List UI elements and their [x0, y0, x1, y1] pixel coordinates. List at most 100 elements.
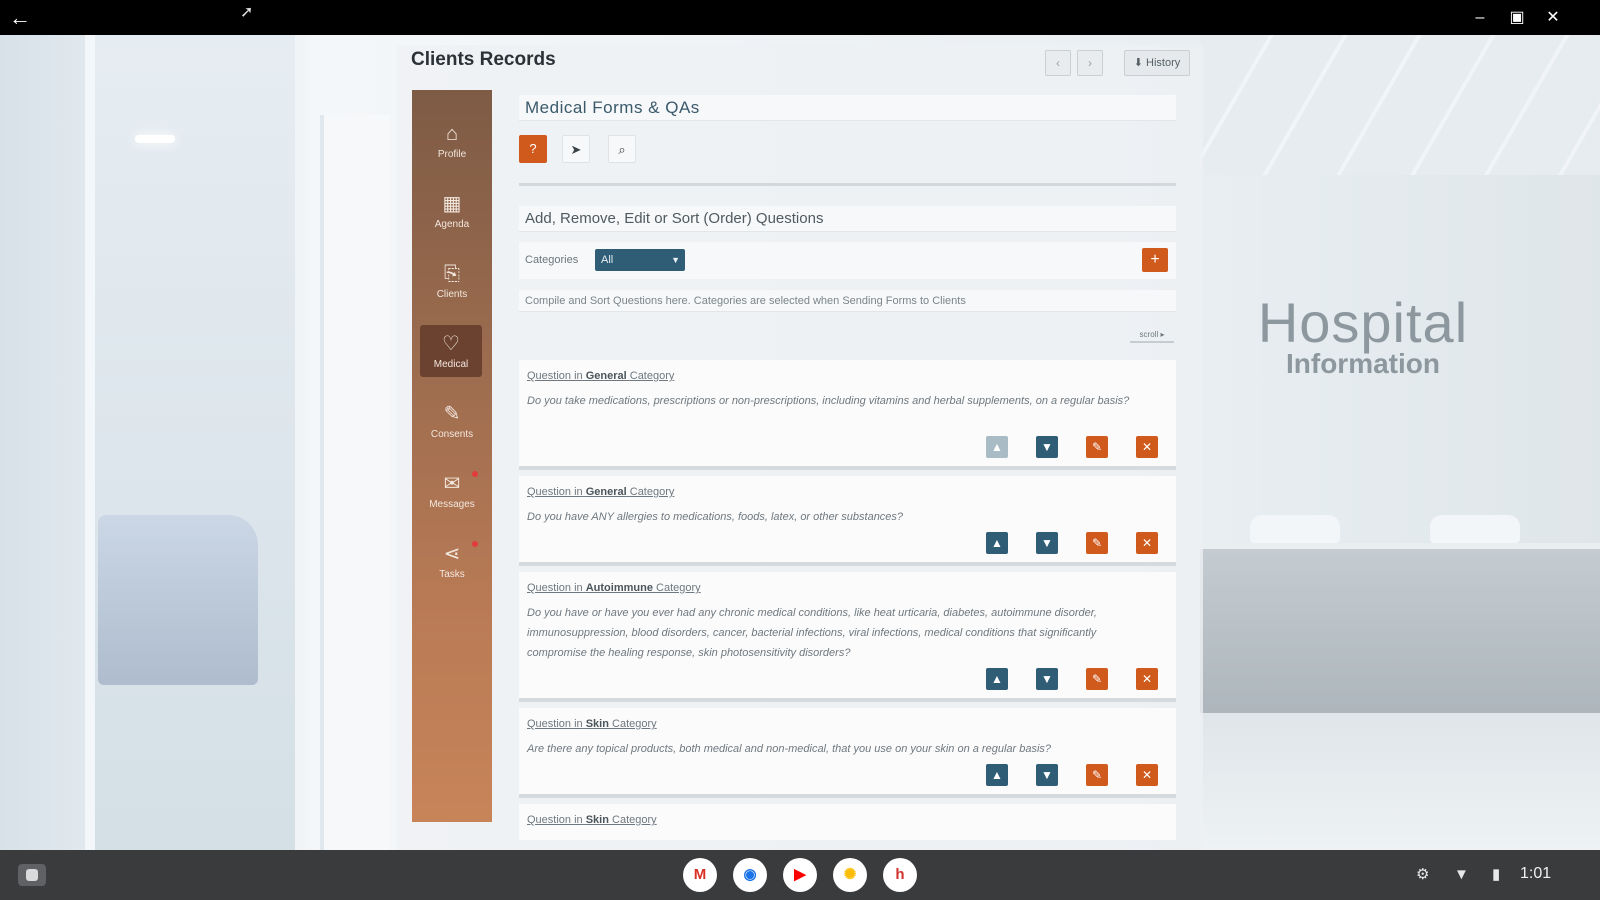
arrow-left-icon[interactable]: ←	[8, 6, 32, 30]
move-down-button[interactable]: ▼	[1036, 764, 1058, 786]
sidebar-item-messages[interactable]: ✉ Messages	[412, 465, 492, 525]
sidebar-item-tasks[interactable]: ⋖ Tasks	[412, 535, 492, 595]
arrow-down-icon: ▼	[1041, 536, 1053, 550]
category-select[interactable]: All ▼	[595, 249, 685, 271]
sidebar-item-clients[interactable]: ⎘ Clients	[412, 255, 492, 315]
clients-icon: ⎘	[444, 263, 460, 285]
send-button[interactable]: ➤	[562, 135, 590, 163]
battery-icon[interactable]: ▮	[1492, 865, 1500, 885]
minimize-icon[interactable]: –	[1470, 8, 1490, 28]
mail-icon: ✉	[443, 473, 461, 495]
divider	[519, 183, 1176, 186]
question-header[interactable]: Question in General Category	[527, 486, 674, 498]
hospital-app-icon[interactable]: h	[883, 858, 917, 892]
arrow-down-icon: ▼	[1041, 440, 1053, 454]
question-card: Question in Skin Category Are there any …	[519, 708, 1176, 798]
sidebar-item-profile[interactable]: ⌂ Profile	[412, 115, 492, 175]
move-up-button[interactable]: ▲	[986, 764, 1008, 786]
background-chair	[1430, 515, 1520, 543]
question-header[interactable]: Question in General Category	[527, 370, 674, 382]
arrow-up-icon: ▲	[991, 768, 1003, 782]
move-down-button[interactable]: ▼	[1036, 532, 1058, 554]
question-card: Question in Skin Category	[519, 804, 1176, 840]
delete-button[interactable]: ✕	[1136, 532, 1158, 554]
plus-icon: +	[1150, 251, 1160, 268]
pencil-icon: ✎	[1091, 536, 1103, 550]
help-button[interactable]: ?	[519, 135, 547, 163]
share-icon: ⋖	[443, 543, 461, 565]
background-reception-counter	[1200, 543, 1600, 713]
launcher-icon	[26, 869, 38, 881]
home-icon: ⌂	[445, 123, 459, 145]
question-category: General	[585, 370, 627, 382]
question-header[interactable]: Question in Autoimmune Category	[527, 582, 701, 594]
photos-app-icon[interactable]: ✺	[833, 858, 867, 892]
sidebar-item-medical[interactable]: ♡ Medical	[420, 325, 482, 377]
maximize-icon[interactable]: ▣	[1507, 8, 1527, 28]
sidebar-item-label: Tasks	[439, 569, 465, 580]
category-selected-value: All	[601, 254, 614, 266]
question-text: Do you have ANY allergies to medications…	[527, 511, 904, 523]
sidebar-item-label: Clients	[436, 289, 468, 300]
delete-button[interactable]: ✕	[1136, 436, 1158, 458]
question-category: Skin	[585, 718, 609, 730]
edit-button[interactable]: ✎	[1086, 764, 1108, 786]
question-header[interactable]: Question in Skin Category	[527, 814, 657, 826]
close-icon[interactable]: ✕	[1543, 8, 1563, 28]
wifi-icon[interactable]: ▼	[1454, 865, 1469, 885]
sidebar-item-consents[interactable]: ✎ Consents	[412, 395, 492, 455]
page-title: Clients Records	[411, 49, 556, 70]
question-category: General	[585, 486, 627, 498]
move-up-button[interactable]: ▲	[986, 436, 1008, 458]
move-down-button[interactable]: ▼	[1036, 436, 1058, 458]
search-icon: ⌕	[618, 142, 626, 157]
launcher-button[interactable]	[18, 864, 46, 886]
window-titlebar: ← ➚ – ▣ ✕	[0, 0, 1600, 35]
sidebar-item-agenda[interactable]: ▦ Agenda	[412, 185, 492, 245]
background-bed	[98, 515, 258, 685]
sidebar-item-label: Profile	[437, 149, 467, 160]
edit-button[interactable]: ✎	[1086, 532, 1108, 554]
arrow-up-icon: ▲	[991, 536, 1003, 550]
question-card: Question in Autoimmune Category Do you h…	[519, 572, 1176, 702]
settings-icon[interactable]: ⚙	[1416, 865, 1429, 885]
move-down-button[interactable]: ▼	[1036, 668, 1058, 690]
mouse-cursor-icon: ➚	[240, 4, 254, 21]
question-card: Question in General Category Do you have…	[519, 476, 1176, 566]
clock[interactable]: 1:01	[1520, 865, 1551, 883]
question-text: Are there any topical products, both med…	[527, 743, 1052, 755]
prev-button[interactable]: ‹	[1045, 50, 1071, 76]
delete-button[interactable]: ✕	[1136, 764, 1158, 786]
question-text: Do you have or have you ever had any chr…	[527, 607, 1097, 659]
next-button[interactable]: ›	[1077, 50, 1103, 76]
calendar-icon: ▦	[442, 193, 462, 215]
background-light	[135, 135, 175, 143]
notification-dot	[472, 541, 478, 547]
close-icon: ✕	[1141, 440, 1153, 454]
background-chair	[1250, 515, 1340, 543]
add-question-button[interactable]: +	[1142, 248, 1168, 272]
notification-dot	[472, 471, 478, 477]
edit-button[interactable]: ✎	[1086, 436, 1108, 458]
youtube-app-icon[interactable]: ▶	[783, 858, 817, 892]
arrow-down-icon: ▼	[1041, 768, 1053, 782]
arrow-up-icon: ▲	[991, 440, 1003, 454]
instructions-note: Compile and Sort Questions here. Categor…	[519, 290, 1176, 312]
section-title: Medical Forms & QAs	[519, 95, 1176, 121]
history-button[interactable]: ⬇ History	[1124, 50, 1190, 76]
gmail-app-icon[interactable]: M	[683, 858, 717, 892]
chevron-down-icon: ▼	[671, 255, 680, 265]
delete-button[interactable]: ✕	[1136, 668, 1158, 690]
edit-button[interactable]: ✎	[1086, 668, 1108, 690]
move-up-button[interactable]: ▲	[986, 532, 1008, 554]
search-button[interactable]: ⌕	[608, 135, 636, 163]
question-text: Do you take medications, prescriptions o…	[527, 395, 1130, 407]
sidebar: ⌂ Profile ▦ Agenda ⎘ Clients ♡ Medical ✎…	[412, 90, 492, 822]
arrow-down-icon: ▼	[1041, 672, 1053, 686]
question-header[interactable]: Question in Skin Category	[527, 718, 657, 730]
chrome-app-icon[interactable]: ◉	[733, 858, 767, 892]
move-up-button[interactable]: ▲	[986, 668, 1008, 690]
category-filter-row: Categories All ▼ +	[519, 242, 1176, 279]
scroll-link[interactable]: scroll ▸	[1130, 327, 1174, 343]
background-door-panel	[320, 115, 390, 850]
